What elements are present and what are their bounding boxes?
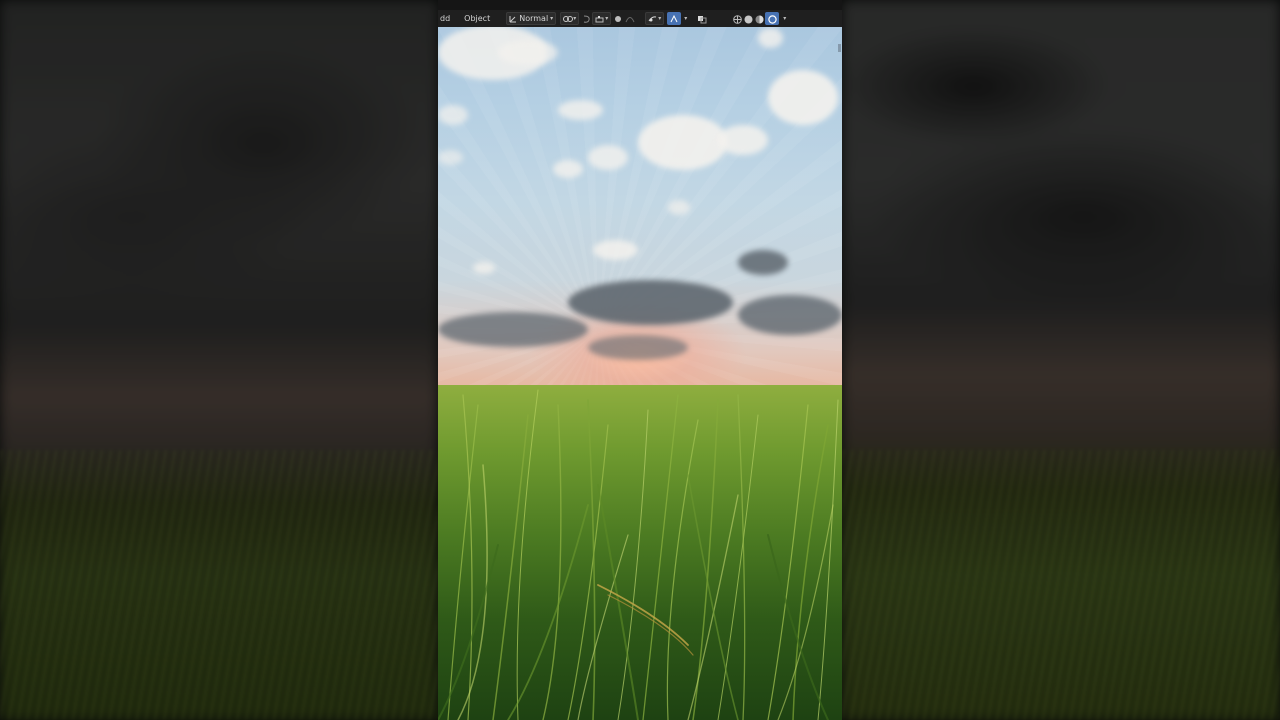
cloud bbox=[758, 28, 783, 48]
material-preview-icon bbox=[755, 15, 764, 23]
cloud bbox=[438, 105, 468, 125]
material-preview-button[interactable] bbox=[755, 12, 764, 25]
overlays-toggle[interactable] bbox=[667, 12, 682, 25]
snap-toggle[interactable] bbox=[582, 12, 590, 25]
cloud bbox=[438, 312, 588, 347]
xray-icon bbox=[697, 15, 707, 23]
cloud bbox=[568, 280, 733, 325]
snap-icon bbox=[582, 15, 590, 23]
pivot-point-icon bbox=[563, 15, 574, 23]
3d-viewport[interactable] bbox=[438, 0, 842, 720]
transform-orientation-dropdown[interactable]: Normal ▾ bbox=[506, 12, 557, 25]
solid-shading-icon bbox=[744, 15, 753, 23]
cloud bbox=[498, 40, 558, 65]
menu-add[interactable]: dd bbox=[440, 12, 450, 25]
cloud bbox=[558, 100, 603, 120]
snap-target-dropdown[interactable]: ▾ bbox=[592, 12, 612, 25]
pivot-point-dropdown[interactable]: ▾ bbox=[560, 12, 580, 25]
falloff-dropdown[interactable] bbox=[625, 12, 635, 25]
cloud bbox=[738, 250, 788, 275]
chevron-down-icon: ▾ bbox=[658, 15, 662, 22]
grass-field bbox=[438, 385, 842, 720]
cloud bbox=[473, 262, 495, 274]
orientation-value: Normal bbox=[519, 14, 549, 23]
falloff-icon bbox=[625, 15, 635, 23]
blurred-background-left bbox=[0, 0, 438, 720]
chevron-down-icon[interactable]: ▾ bbox=[684, 15, 687, 22]
cloud bbox=[593, 240, 638, 260]
viewport-edge-handle[interactable] bbox=[838, 44, 841, 52]
cloud bbox=[718, 125, 768, 155]
rendered-shading-button[interactable] bbox=[765, 12, 780, 25]
cloud bbox=[638, 115, 728, 170]
rendered-shading-icon bbox=[768, 14, 777, 24]
chevron-down-icon[interactable]: ▾ bbox=[783, 15, 786, 22]
cloud bbox=[768, 70, 838, 125]
cloud bbox=[438, 150, 463, 165]
cloud bbox=[588, 335, 688, 360]
solid-shading-button[interactable] bbox=[744, 12, 753, 25]
viewport-gizmo-dropdown[interactable]: ▾ bbox=[645, 12, 665, 25]
menu-object[interactable]: Object bbox=[464, 12, 490, 25]
cloud bbox=[738, 295, 842, 335]
grass-blades bbox=[438, 389, 839, 720]
viewport-gizmo-icon bbox=[648, 15, 657, 23]
chevron-down-icon: ▾ bbox=[605, 15, 609, 22]
chevron-down-icon: ▾ bbox=[573, 15, 577, 22]
chevron-down-icon: ▾ bbox=[550, 15, 554, 22]
wireframe-shading-button[interactable] bbox=[733, 12, 743, 25]
viewport-header: dd Object Normal ▾ ▾ ▾ ▾ ▾ ▾ bbox=[438, 0, 842, 27]
overlays-icon bbox=[670, 14, 678, 23]
snap-target-icon bbox=[595, 15, 604, 23]
cloud bbox=[588, 145, 628, 170]
cloud bbox=[668, 200, 690, 215]
cloud bbox=[553, 160, 583, 178]
proportional-edit-toggle[interactable] bbox=[615, 12, 622, 25]
transform-orientation-icon bbox=[509, 15, 517, 23]
blurred-background-right bbox=[842, 0, 1280, 720]
xray-toggle[interactable] bbox=[697, 12, 707, 25]
wireframe-shading-icon bbox=[733, 14, 743, 24]
proportional-edit-icon bbox=[615, 15, 622, 22]
